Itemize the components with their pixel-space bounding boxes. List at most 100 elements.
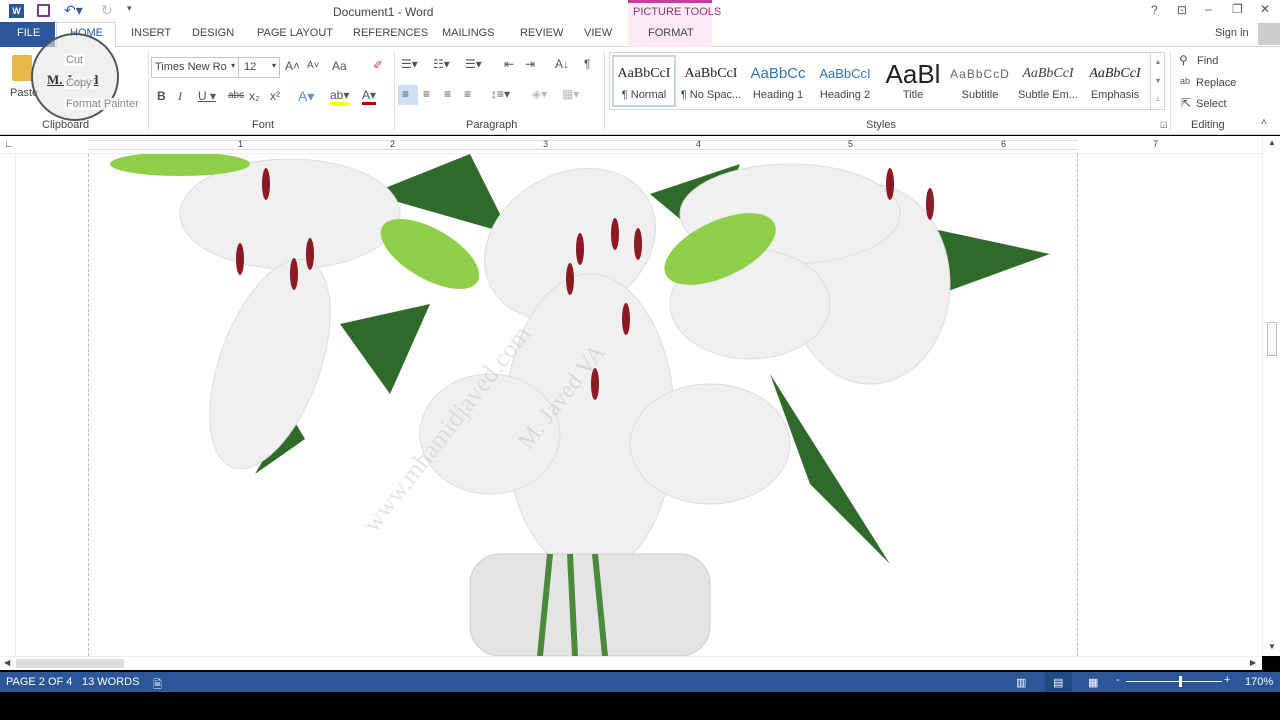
italic-button[interactable]: I: [178, 89, 182, 104]
justify-icon[interactable]: ≡: [464, 87, 471, 101]
clear-formatting-icon[interactable]: ✐: [373, 58, 383, 72]
borders-icon[interactable]: ▦▾: [562, 87, 579, 101]
sign-in-link[interactable]: Sign in: [1215, 27, 1249, 39]
clipboard-group-label: Clipboard: [42, 119, 90, 131]
styles-dialog-launcher-icon[interactable]: ◲: [1160, 120, 1168, 129]
minimize-icon[interactable]: –: [1205, 2, 1212, 16]
picture-tools-title: PICTURE TOOLS: [633, 6, 722, 18]
style-title[interactable]: AaBl Title: [880, 61, 946, 101]
style-subtle-emphasis[interactable]: AaBbCcI Subtle Em...: [1015, 61, 1081, 101]
window-title: Document1 - Word: [333, 5, 434, 19]
line-spacing-icon[interactable]: ↕≡▾: [491, 87, 510, 101]
change-case-button[interactable]: Aa: [332, 59, 347, 73]
restore-icon[interactable]: ❐: [1232, 2, 1243, 16]
tab-review[interactable]: REVIEW: [520, 27, 563, 39]
shrink-font-icon[interactable]: A˅: [307, 60, 320, 71]
vertical-ruler: [4, 154, 16, 656]
tab-selector-icon[interactable]: ∟: [4, 139, 14, 150]
word-count[interactable]: 13 WORDS: [82, 676, 139, 688]
style-heading-2[interactable]: AaBbCcI Heading 2: [812, 61, 878, 101]
font-group-label: Font: [252, 119, 275, 131]
subscript-button[interactable]: x₂: [249, 89, 260, 103]
vertical-scroll-thumb[interactable]: [1267, 322, 1277, 356]
scroll-down-icon[interactable]: ▼: [1268, 642, 1276, 651]
undo-icon[interactable]: ↶▾: [64, 2, 83, 19]
grow-font-icon[interactable]: A˄: [285, 59, 300, 73]
sort-icon[interactable]: A↓: [555, 57, 569, 71]
increase-indent-icon[interactable]: ⇥: [525, 57, 535, 71]
document-area[interactable]: www.mhamidjaved.com M. Javed VA: [0, 154, 1280, 656]
page-count[interactable]: PAGE 2 OF 4: [6, 676, 72, 688]
strikethrough-button[interactable]: abc: [228, 90, 244, 101]
horizontal-scroll-thumb[interactable]: [16, 659, 124, 668]
vertical-scrollbar[interactable]: ▲ ▼: [1262, 136, 1280, 656]
ruler-mark-7: 7: [1153, 139, 1159, 149]
superscript-button[interactable]: x²: [270, 89, 280, 103]
horizontal-ruler[interactable]: ∟ 1 2 3 4 5 6 7: [0, 136, 1280, 154]
bullets-icon[interactable]: ☰▾: [401, 57, 418, 71]
select-button[interactable]: Select: [1196, 98, 1227, 110]
save-icon[interactable]: [37, 4, 50, 17]
proofing-icon[interactable]: 🗎: [153, 676, 162, 695]
format-painter-button[interactable]: Format Painter: [64, 98, 141, 110]
font-size-select[interactable]: 12 ▾: [238, 57, 280, 78]
paste-icon[interactable]: [12, 55, 32, 81]
tab-format[interactable]: FORMAT: [648, 27, 694, 39]
tab-view[interactable]: VIEW: [584, 27, 612, 39]
decrease-indent-icon[interactable]: ⇤: [504, 57, 514, 71]
bold-button[interactable]: B: [157, 89, 166, 103]
word-logo-icon: W: [9, 4, 24, 18]
copy-button[interactable]: Copy: [64, 77, 94, 89]
user-avatar-icon[interactable]: [1258, 23, 1280, 45]
tab-design[interactable]: DESIGN: [192, 27, 234, 39]
zoom-slider[interactable]: [1126, 681, 1222, 682]
web-layout-icon[interactable]: ▦: [1088, 676, 1098, 689]
multilevel-list-icon[interactable]: ☰▾: [465, 57, 482, 71]
scroll-right-icon[interactable]: ▶: [1250, 658, 1256, 667]
read-mode-icon[interactable]: ▥: [1016, 676, 1026, 689]
find-button[interactable]: Find: [1197, 55, 1218, 67]
style-emphasis[interactable]: AaBbCcI Emphasis: [1082, 61, 1148, 101]
align-center-icon[interactable]: ≡: [423, 87, 430, 101]
tab-insert[interactable]: INSERT: [131, 27, 171, 39]
underline-button[interactable]: U ▾: [198, 89, 216, 103]
customize-qat-icon[interactable]: ▾: [127, 3, 132, 14]
redo-icon[interactable]: ↻: [101, 2, 113, 19]
ruler-mark-5: 5: [848, 139, 854, 149]
cut-button[interactable]: Cut: [64, 54, 86, 66]
align-right-icon[interactable]: ≡: [444, 87, 451, 101]
vase: [469, 553, 711, 656]
scroll-up-icon[interactable]: ▲: [1268, 138, 1276, 147]
numbering-icon[interactable]: ☷▾: [433, 57, 450, 71]
font-name-select[interactable]: Times New Ro ▾: [151, 57, 239, 78]
show-marks-icon[interactable]: ¶: [584, 57, 590, 71]
highlight-icon[interactable]: ab▾: [330, 88, 350, 105]
zoom-level[interactable]: 170%: [1245, 676, 1273, 688]
zoom-slider-thumb[interactable]: [1179, 676, 1182, 687]
ribbon-display-icon[interactable]: ⊡: [1177, 3, 1187, 17]
shading-icon[interactable]: ◈▾: [532, 87, 547, 101]
ribbon-tabs: FILE HOME INSERT DESIGN PAGE LAYOUT REFE…: [0, 22, 1280, 48]
horizontal-scrollbar[interactable]: ◀ ▶: [0, 656, 1262, 670]
styles-scroll[interactable]: ▴ ▾ ⩡: [1150, 52, 1165, 110]
tab-references[interactable]: REFERENCES: [353, 27, 428, 39]
help-icon[interactable]: ?: [1151, 3, 1158, 17]
margin-line-left: [88, 154, 89, 656]
font-color-icon[interactable]: A▾: [362, 88, 377, 105]
close-icon[interactable]: ✕: [1260, 2, 1270, 16]
collapse-ribbon-icon[interactable]: ˄: [1261, 117, 1267, 128]
zoom-in-icon[interactable]: +: [1224, 674, 1230, 686]
style-subtitle[interactable]: AaBbCcD Subtitle: [947, 61, 1013, 101]
scroll-left-icon[interactable]: ◀: [4, 658, 10, 667]
lily-picture[interactable]: [90, 154, 1076, 656]
style-heading-1[interactable]: AaBbCc Heading 1: [745, 61, 811, 101]
text-effects-icon[interactable]: A▾: [298, 88, 314, 105]
zoom-out-icon[interactable]: -: [1116, 674, 1120, 686]
tab-file-label[interactable]: FILE: [17, 27, 40, 39]
font-name-value: Times New Ro: [155, 61, 227, 73]
tab-mailings[interactable]: MAILINGS: [442, 27, 495, 39]
style-normal[interactable]: AaBbCcI ¶ Normal: [611, 61, 677, 101]
tab-page-layout[interactable]: PAGE LAYOUT: [257, 27, 333, 39]
style-no-spacing[interactable]: AaBbCcI ¶ No Spac...: [678, 61, 744, 101]
replace-button[interactable]: Replace: [1196, 77, 1236, 89]
